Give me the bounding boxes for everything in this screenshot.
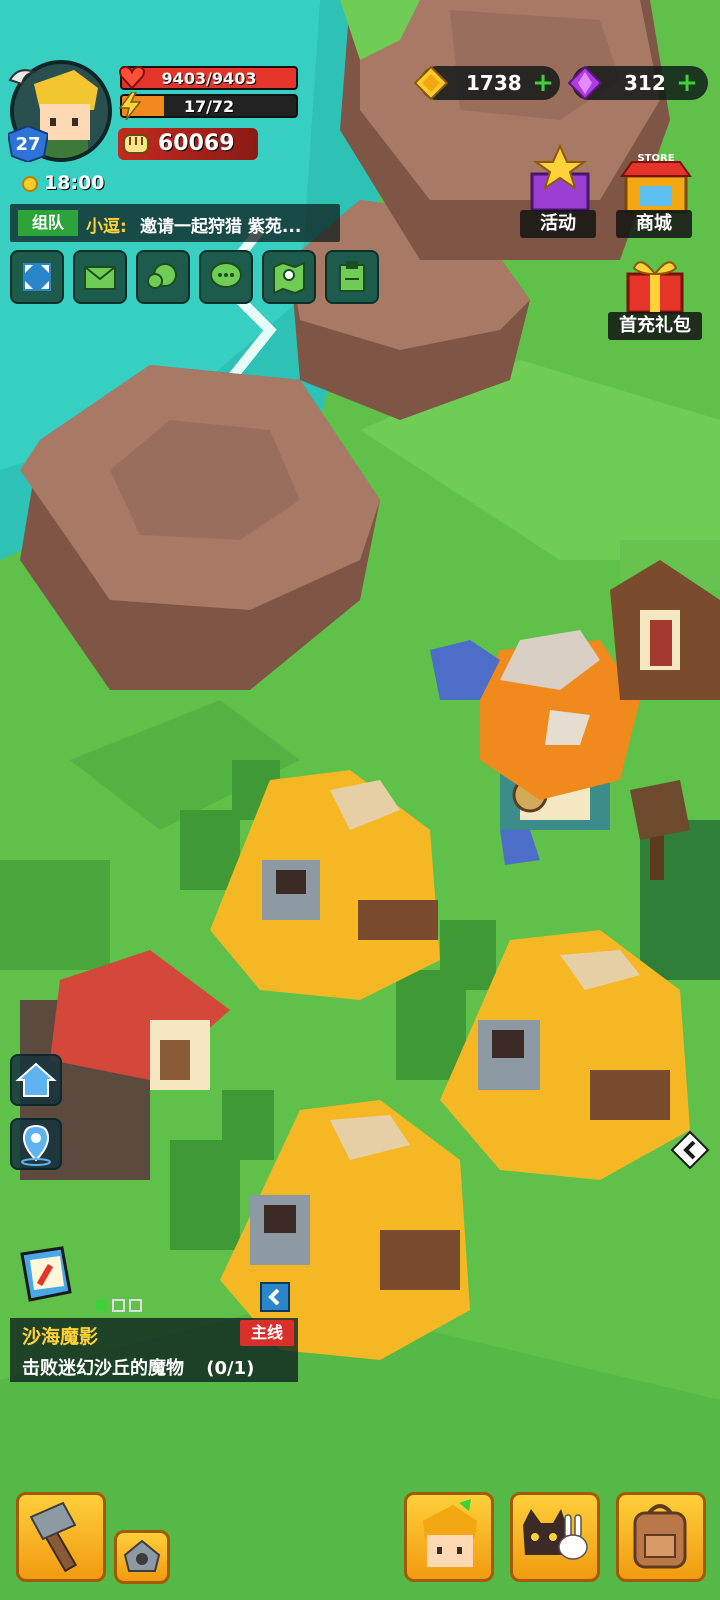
events-button[interactable] [522, 144, 598, 214]
pets-icon [523, 1509, 588, 1560]
wings-icon [8, 69, 38, 86]
fist-icon [123, 134, 149, 154]
chat-button[interactable] [199, 250, 253, 304]
stamina-value: 17/72 [183, 97, 235, 116]
backpack-button[interactable] [616, 1492, 706, 1582]
add-gold-button[interactable]: + [532, 70, 554, 96]
quest-title: 沙海魔影 [22, 1326, 99, 1348]
game-time: 18:00 [44, 172, 105, 194]
expand-right-icon[interactable] [670, 1130, 710, 1170]
store-button[interactable]: STORE [618, 152, 694, 214]
quest-page-dots [96, 1298, 146, 1317]
team-chat-ticker[interactable]: 组队 小逗: 邀请一起狩猎 紫苑... [10, 204, 340, 242]
mail-icon [84, 266, 116, 290]
house-blueprint-icon [123, 1539, 161, 1572]
blueprint-button[interactable] [114, 1530, 170, 1584]
chat-channel-tag: 组队 [18, 210, 78, 236]
gem-icon [568, 66, 602, 100]
quest-objective: 击败迷幻沙丘的魔物 [22, 1358, 184, 1379]
quest-description: 击败迷幻沙丘的魔物 (0/1) [22, 1354, 254, 1380]
chat-bubble-icon [210, 262, 242, 288]
quest-tracker[interactable]: 沙海魔影 主线 击败迷幻沙丘的魔物 (0/1) [10, 1318, 298, 1382]
hammer-icon [29, 1501, 78, 1573]
combat-power-value: 60069 [158, 131, 235, 156]
map-pin-icon [273, 261, 305, 295]
gem-value: 312 [624, 71, 666, 95]
mail-button[interactable] [73, 250, 127, 304]
store-label[interactable]: 商城 [616, 210, 692, 238]
location-pin-icon [21, 1124, 51, 1166]
first-recharge-gift-button[interactable] [622, 254, 688, 314]
stamina-bar: 17/72 [120, 94, 298, 118]
backpack-icon [633, 1504, 687, 1569]
hp-value: 9403/9403 [161, 69, 257, 88]
heart-icon [119, 65, 145, 90]
gem-counter: 312 + [568, 66, 708, 100]
events-label[interactable]: 活动 [520, 210, 596, 238]
chevron-left-icon [268, 1288, 280, 1306]
combat-power: 60069 [118, 128, 258, 160]
build-hammer-button[interactable] [16, 1492, 106, 1582]
hero-face-icon [423, 1499, 477, 1567]
chat-message: 邀请一起狩猎 紫苑... [140, 217, 302, 237]
quest-board-button[interactable] [325, 250, 379, 304]
clipboard-icon [339, 261, 365, 292]
gold-counter: 1738 + [414, 66, 560, 100]
chat-sender: 小逗: [86, 217, 127, 237]
map-button[interactable] [262, 250, 316, 304]
sun-icon [22, 176, 38, 192]
add-gem-button[interactable]: + [676, 70, 698, 96]
first-recharge-label[interactable]: 首充礼包 [608, 312, 702, 340]
hp-bar: 9403/9403 [120, 66, 298, 90]
level-badge: 27 [8, 126, 48, 162]
level-value: 27 [15, 134, 41, 155]
quest-book-icon[interactable] [16, 1246, 76, 1304]
friends-icon [147, 263, 177, 289]
lightning-icon [118, 92, 142, 120]
pets-button[interactable] [510, 1492, 600, 1582]
location-button[interactable] [10, 1118, 62, 1170]
gold-value: 1738 [466, 71, 522, 95]
hero-button[interactable] [404, 1492, 494, 1582]
friends-button[interactable] [136, 250, 190, 304]
home-icon [15, 1062, 57, 1097]
home-button[interactable] [10, 1054, 62, 1106]
page-indicator-icon [96, 1299, 142, 1312]
fullscreen-button[interactable] [10, 250, 64, 304]
store-sign-text: STORE [637, 153, 674, 164]
quest-progress: (0/1) [206, 1358, 255, 1379]
collapse-quest-button[interactable] [260, 1282, 290, 1312]
gold-coin-icon [414, 66, 448, 100]
expand-icon [23, 263, 51, 291]
quest-type-tag: 主线 [240, 1320, 294, 1346]
